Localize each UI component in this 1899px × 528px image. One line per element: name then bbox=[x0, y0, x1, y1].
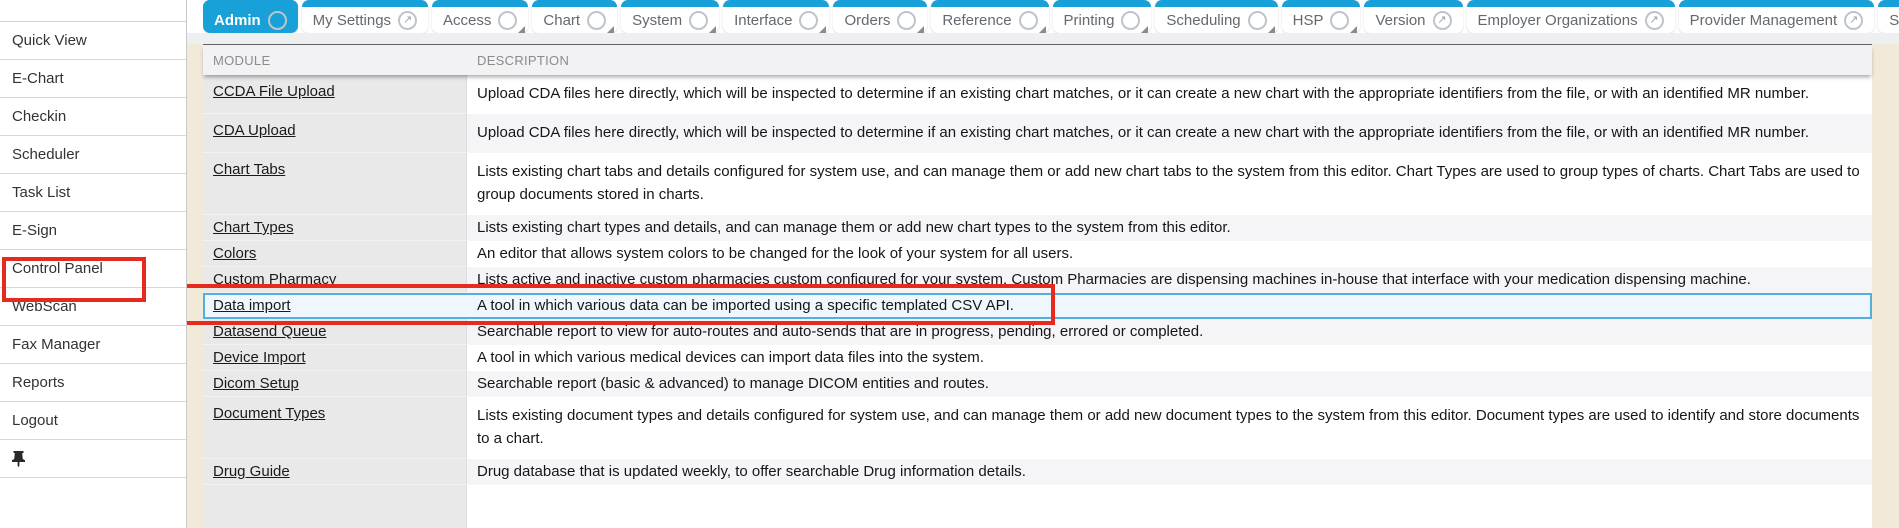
module-link[interactable]: CDA Upload bbox=[213, 122, 296, 139]
column-header-module: MODULE bbox=[203, 45, 467, 75]
sidebar-pin-item[interactable] bbox=[0, 440, 186, 478]
table-row-document-types: Document Types Lists existing document t… bbox=[203, 397, 1872, 459]
module-description: Lists existing chart tabs and details co… bbox=[467, 153, 1872, 215]
module-link[interactable]: Datasend Queue bbox=[213, 323, 326, 340]
sidebar-item-fax-manager[interactable]: Fax Manager bbox=[0, 326, 186, 364]
table-header: MODULE DESCRIPTION bbox=[203, 45, 1872, 75]
page-background-gap bbox=[187, 44, 203, 528]
tab-similar-exposure-groups-segs[interactable]: Similar Exposure Groups (SEGs) ↗ bbox=[1878, 0, 1899, 33]
sidebar-item-checkin[interactable]: Checkin bbox=[0, 98, 186, 136]
pin-icon bbox=[12, 451, 25, 467]
module-description: A tool in which various data can be impo… bbox=[467, 293, 1872, 319]
table-row-drug-guide: Drug Guide Drug database that is updated… bbox=[203, 459, 1872, 485]
tab-my-settings[interactable]: My Settings ↗ bbox=[302, 0, 428, 33]
tabbar-underlay bbox=[187, 33, 1899, 44]
external-link-icon bbox=[1019, 11, 1038, 30]
module-link[interactable]: Chart Types bbox=[213, 219, 294, 236]
sidebar-item-e-chart[interactable]: E-Chart bbox=[0, 60, 186, 98]
module-description: Upload CDA files here directly, which wi… bbox=[467, 75, 1872, 114]
module-link[interactable]: CCDA File Upload bbox=[213, 83, 335, 100]
tab-orders[interactable]: Orders bbox=[833, 0, 927, 33]
tab-admin[interactable]: Admin bbox=[203, 0, 298, 33]
module-description: A tool in which various medical devices … bbox=[467, 345, 1872, 371]
sidebar-item-reports[interactable]: Reports bbox=[0, 364, 186, 402]
external-link-icon bbox=[689, 11, 708, 30]
external-link-icon bbox=[587, 11, 606, 30]
sidebar-item-quick-view[interactable]: Quick View bbox=[0, 22, 186, 60]
tab-reference[interactable]: Reference bbox=[931, 0, 1048, 33]
module-link[interactable]: Custom Pharmacy bbox=[213, 271, 336, 288]
table-row-custom-pharmacy: Custom Pharmacy Lists active and inactiv… bbox=[203, 267, 1872, 293]
tab-chart[interactable]: Chart bbox=[532, 0, 617, 33]
page-background-right bbox=[1872, 44, 1899, 528]
table-body: CCDA File Upload Upload CDA files here d… bbox=[203, 75, 1872, 485]
external-link-icon bbox=[897, 11, 916, 30]
table-row-colors: Colors An editor that allows system colo… bbox=[203, 241, 1872, 267]
tab-system[interactable]: System bbox=[621, 0, 719, 33]
table-row-ccda-file-upload: CCDA File Upload Upload CDA files here d… bbox=[203, 75, 1872, 114]
page: { "app": { "accent_blue": "#18a0d8", "an… bbox=[0, 0, 1899, 528]
table-row-chart-tabs: Chart Tabs Lists existing chart tabs and… bbox=[203, 153, 1872, 215]
table-row-data-import: Data import A tool in which various data… bbox=[203, 293, 1872, 319]
tab-employer-organizations[interactable]: Employer Organizations ↗ bbox=[1467, 0, 1675, 33]
module-link[interactable]: Chart Tabs bbox=[213, 161, 285, 178]
tab-bar: Admin My Settings ↗ Access Chart System … bbox=[203, 0, 1899, 33]
module-description: Lists existing chart types and details, … bbox=[467, 215, 1872, 241]
tab-printing[interactable]: Printing bbox=[1053, 0, 1152, 33]
control-panel-module-table: MODULE DESCRIPTION CCDA File Upload Uplo… bbox=[203, 44, 1872, 528]
sidebar-item-control-panel[interactable]: Control Panel bbox=[0, 250, 186, 288]
sidebar-item-e-sign[interactable]: E-Sign bbox=[0, 212, 186, 250]
table-row-datasend-queue: Datasend Queue Searchable report to view… bbox=[203, 319, 1872, 345]
tab-provider-management[interactable]: Provider Management ↗ bbox=[1679, 0, 1875, 33]
external-link-icon: ↗ bbox=[1844, 11, 1863, 30]
module-link[interactable]: Device Import bbox=[213, 349, 306, 366]
tab-version[interactable]: Version ↗ bbox=[1364, 0, 1462, 33]
sidebar-item-scheduler[interactable]: Scheduler bbox=[0, 136, 186, 174]
table-filler bbox=[203, 485, 1872, 528]
tab-scheduling[interactable]: Scheduling bbox=[1155, 0, 1277, 33]
sidebar-spacer bbox=[0, 0, 186, 22]
external-link-icon bbox=[799, 11, 818, 30]
sidebar-nav: Quick View E-Chart Checkin Scheduler Tas… bbox=[0, 22, 186, 440]
module-link[interactable]: Colors bbox=[213, 245, 256, 262]
module-description: Lists active and inactive custom pharmac… bbox=[467, 267, 1872, 293]
table-row-cda-upload: CDA Upload Upload CDA files here directl… bbox=[203, 114, 1872, 153]
external-link-icon bbox=[268, 11, 287, 30]
module-description: Upload CDA files here directly, which wi… bbox=[467, 114, 1872, 153]
module-description: Drug database that is updated weekly, to… bbox=[467, 459, 1872, 485]
external-link-icon bbox=[498, 11, 517, 30]
tab-access[interactable]: Access bbox=[432, 0, 528, 33]
module-description: Searchable report to view for auto-route… bbox=[467, 319, 1872, 345]
table-row-chart-types: Chart Types Lists existing chart types a… bbox=[203, 215, 1872, 241]
column-header-description: DESCRIPTION bbox=[467, 45, 1872, 75]
table-row-dicom-setup: Dicom Setup Searchable report (basic & a… bbox=[203, 371, 1872, 397]
module-link[interactable]: Document Types bbox=[213, 405, 325, 422]
sidebar: Quick View E-Chart Checkin Scheduler Tas… bbox=[0, 0, 187, 528]
table-row-device-import: Device Import A tool in which various me… bbox=[203, 345, 1872, 371]
tab-interface[interactable]: Interface bbox=[723, 0, 829, 33]
external-link-icon: ↗ bbox=[398, 11, 417, 30]
module-link[interactable]: Data import bbox=[213, 297, 291, 314]
tab-hsp[interactable]: HSP bbox=[1282, 0, 1361, 33]
sidebar-item-webscan[interactable]: WebScan bbox=[0, 288, 186, 326]
sidebar-item-task-list[interactable]: Task List bbox=[0, 174, 186, 212]
external-link-icon: ↗ bbox=[1433, 11, 1452, 30]
external-link-icon bbox=[1121, 11, 1140, 30]
module-description: Lists existing document types and detail… bbox=[467, 397, 1872, 459]
module-description: An editor that allows system colors to b… bbox=[467, 241, 1872, 267]
module-description: Searchable report (basic & advanced) to … bbox=[467, 371, 1872, 397]
sidebar-item-logout[interactable]: Logout bbox=[0, 402, 186, 440]
external-link-icon bbox=[1330, 11, 1349, 30]
module-link[interactable]: Drug Guide bbox=[213, 463, 290, 480]
external-link-icon bbox=[1248, 11, 1267, 30]
external-link-icon: ↗ bbox=[1645, 11, 1664, 30]
module-link[interactable]: Dicom Setup bbox=[213, 375, 299, 392]
